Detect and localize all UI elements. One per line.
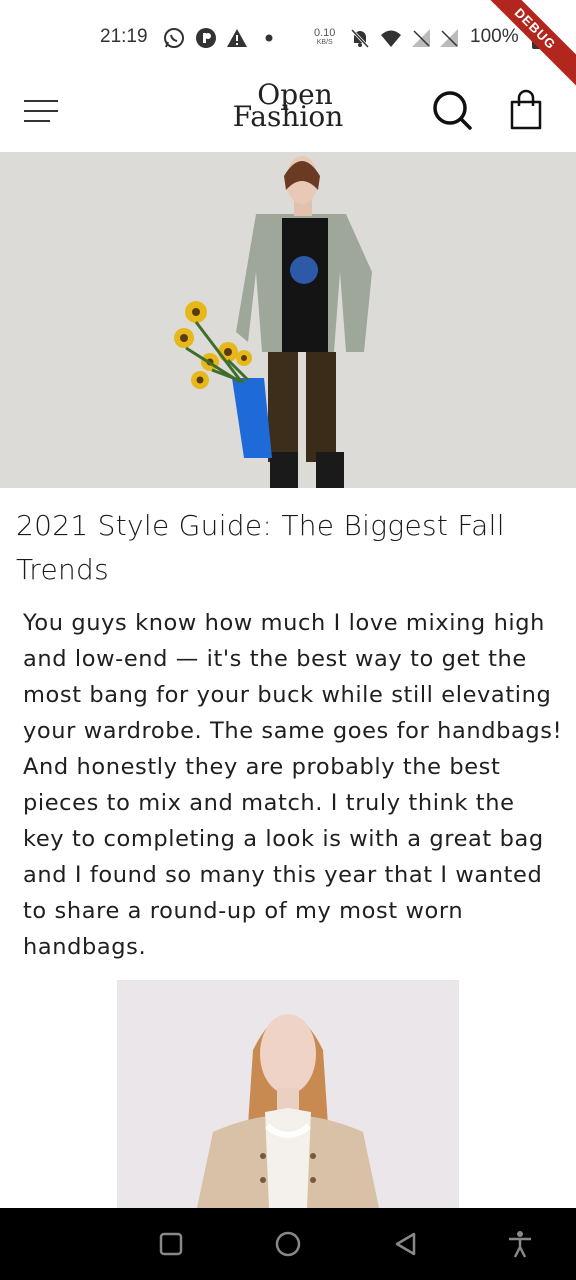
- whatsapp-icon: [163, 27, 185, 49]
- accessibility-icon: [509, 1231, 531, 1258]
- article-title: 2021 Style Guide: The Biggest Fall Trend…: [16, 509, 505, 586]
- menu-icon: [24, 100, 58, 102]
- accessibility-button[interactable]: [502, 1226, 538, 1262]
- shopping-bag-icon: [510, 89, 542, 130]
- search-button[interactable]: [430, 88, 474, 132]
- back-button[interactable]: [388, 1226, 424, 1262]
- dot-icon: [258, 27, 280, 49]
- hero-image[interactable]: [0, 152, 576, 488]
- article-illustration: [117, 980, 459, 1208]
- net-speed-value: 0.10: [314, 27, 336, 39]
- logo[interactable]: Open Fashion: [218, 81, 358, 144]
- menu-icon-line: [24, 120, 50, 122]
- recents-icon: [159, 1232, 183, 1256]
- home-button[interactable]: [270, 1226, 306, 1262]
- cart-button[interactable]: [506, 88, 546, 132]
- recents-button[interactable]: [153, 1226, 189, 1262]
- article-body: You guys know how much I love mixing hig…: [23, 610, 563, 960]
- signal-icon: [410, 27, 432, 49]
- back-icon: [395, 1232, 416, 1256]
- system-nav-bar: [0, 1208, 576, 1280]
- signal-2-icon: [438, 27, 460, 49]
- status-bar: 21:19 0.10 KB/S 100%: [0, 0, 576, 76]
- home-icon: [275, 1231, 301, 1257]
- app-header: Open Fashion: [0, 76, 576, 152]
- app-p-icon: [195, 27, 217, 49]
- status-time: 21:19: [100, 26, 148, 47]
- net-speed: 0.10 KB/S: [314, 28, 335, 48]
- logo-line-2: Fashion: [232, 100, 344, 133]
- wifi-icon: [380, 27, 402, 49]
- battery-percent: 100%: [470, 26, 519, 47]
- menu-button[interactable]: [22, 94, 62, 128]
- menu-icon-line: [24, 110, 58, 112]
- search-icon: [433, 91, 472, 130]
- bell-off-icon: [349, 27, 371, 49]
- warning-icon: [226, 27, 248, 49]
- hero-illustration: [0, 152, 576, 488]
- article-image[interactable]: [117, 980, 459, 1208]
- net-speed-unit: KB/S: [316, 39, 333, 46]
